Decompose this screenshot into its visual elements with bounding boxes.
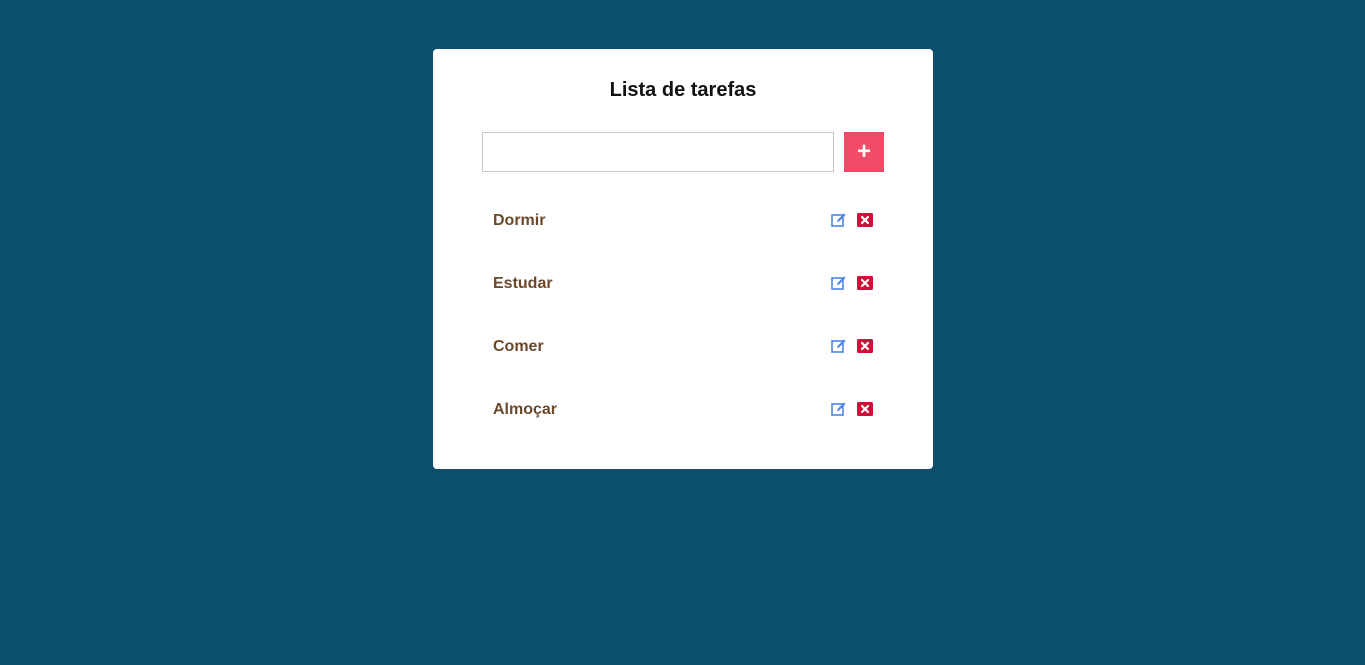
page-title: Lista de tarefas	[609, 79, 757, 101]
delete-icon[interactable]	[857, 275, 873, 291]
delete-icon[interactable]	[857, 338, 873, 354]
list-item: Estudar	[482, 252, 884, 315]
todo-card: Lista de tarefas + Dormir Estudar Comer …	[433, 49, 933, 469]
edit-icon[interactable]	[831, 338, 847, 354]
delete-icon[interactable]	[857, 401, 873, 417]
edit-icon[interactable]	[831, 275, 847, 291]
add-task-button[interactable]: +	[844, 132, 884, 172]
task-list: Dormir Estudar Comer Almoçar	[482, 189, 884, 441]
task-label: Estudar	[493, 275, 553, 292]
task-input[interactable]	[482, 132, 834, 172]
task-label: Almoçar	[493, 401, 558, 418]
task-label: Comer	[493, 338, 544, 355]
edit-icon[interactable]	[831, 401, 847, 417]
delete-icon[interactable]	[857, 212, 873, 228]
task-label: Dormir	[493, 212, 546, 229]
list-item: Dormir	[482, 189, 884, 252]
list-item: Comer	[482, 315, 884, 378]
list-item: Almoçar	[482, 378, 884, 441]
edit-icon[interactable]	[831, 212, 847, 228]
